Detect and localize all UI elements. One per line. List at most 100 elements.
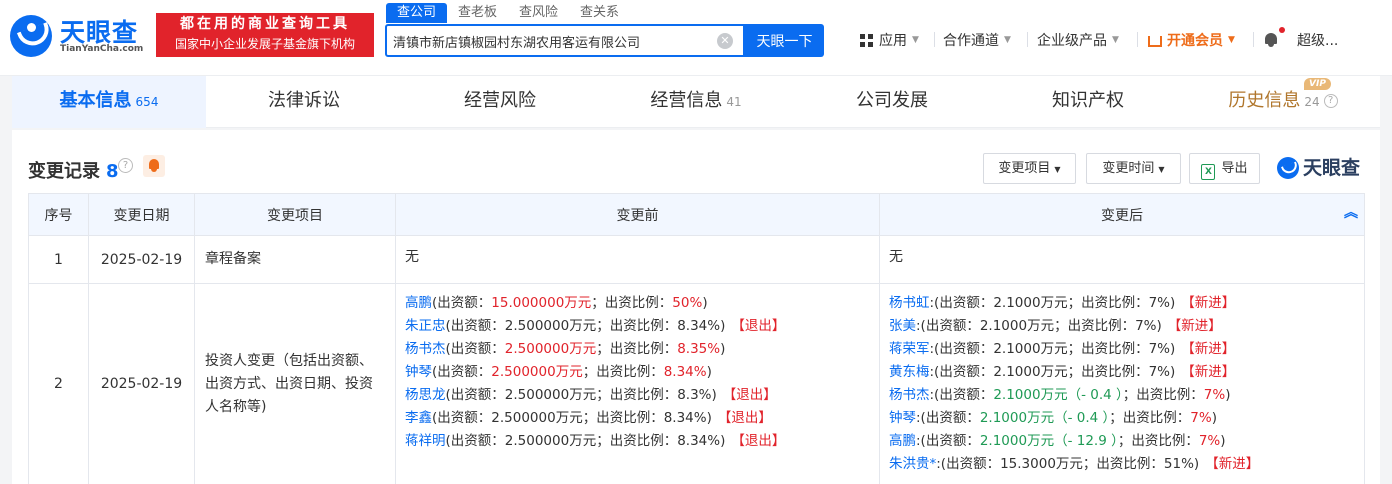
search-tab-boss[interactable]: 查老板 [447,3,508,23]
nav-apps[interactable]: 应用 ▼ [860,28,919,52]
investor-name-link[interactable]: 蒋祥明 [405,433,446,449]
slogan-line2: 国家中小企业发展子基金旗下机构 [174,37,355,51]
investor-name-link[interactable]: 李鑫 [405,410,432,426]
text-fragment: ；出资比例： [582,364,664,380]
text-fragment: ；出资比例： [1082,456,1164,472]
tab-history[interactable]: 历史信息 24? [1186,76,1380,128]
export-label: 导出 [1221,161,1248,176]
exit-tag: 【退出】 [731,433,786,449]
search-tab-company[interactable]: 查公司 [386,3,448,23]
investor-line: 高鹏(出资额：15.000000万元；出资比例：50%) [405,292,870,315]
filter-item-label: 变更项目 [998,161,1051,176]
vip-badge: VIP [1304,78,1331,90]
investor-name-link[interactable]: 杨书虹 [889,295,930,311]
cell-item: 投资人变更（包括出资额、出资方式、出资日期、投资人名称等) [194,283,396,484]
investor-name-link[interactable]: 张美 [889,318,916,334]
help-icon[interactable]: ? [1323,94,1338,108]
investor-name-link[interactable]: 杨书杰 [889,387,930,403]
text-fragment: ；出资比例： [596,387,678,403]
new-tag: 【新进】 [1181,341,1236,357]
cell-before: 高鹏(出资额：15.000000万元；出资比例：50%) 朱正忠(出资额：2.50… [395,283,880,484]
text-fragment: ) [720,433,726,449]
capital-amount: 2.1000万元 [979,433,1055,449]
section-count: 8 [106,161,119,182]
search-tab-risk[interactable]: 查风险 [508,3,569,23]
investor-line: 朱正忠(出资额：2.500000万元；出资比例：8.34%) 【退出】 [405,315,870,338]
text-fragment: ) [1211,410,1217,426]
exit-tag: 【退出】 [717,410,772,426]
new-tag: 【新进】 [1205,456,1260,472]
filter-change-time-button[interactable]: 变更时间 ▼ [1086,153,1181,184]
investor-name-link[interactable]: 杨书杰 [405,341,446,357]
tab-development[interactable]: 公司发展 [794,76,990,128]
nav-vip-label: 开通会员 [1167,33,1223,49]
user-menu[interactable]: 超级... [1297,28,1338,52]
investor-name-link[interactable]: 黄东梅 [889,364,930,380]
investor-name-link[interactable]: 蒋荣军 [889,341,930,357]
table-header-row: 序号 变更日期 变更项目 变更前 变更后 ︽ [28,193,1365,236]
text-fragment: ) [1170,364,1176,380]
tab-label: 历史信息 [1228,90,1301,111]
site-logo[interactable]: 天眼查 TianYanCha.com [10,13,150,57]
new-tag: 【新进】 [1181,364,1236,380]
text-fragment: ；出资比例： [1109,410,1191,426]
bell-icon[interactable] [1264,31,1278,47]
nav-enterprise-label: 企业级产品 [1037,33,1107,49]
search-input[interactable] [393,32,713,50]
filter-change-item-button[interactable]: 变更项目 ▼ [983,153,1076,184]
investor-name-link[interactable]: 高鹏 [405,295,432,311]
collapse-icon[interactable]: ︽ [1344,206,1358,220]
tab-risk[interactable]: 经营风险 [402,76,598,128]
tab-basic-info[interactable]: 基本信息 654 [12,76,206,128]
caret-down-icon: ▼ [1158,165,1165,174]
capital-ratio: 8.34% [677,318,721,334]
capital-ratio: 51% [1163,456,1194,472]
excel-icon: X [1201,164,1216,180]
change-records-panel: 变更记录 8 ? 变更项目 ▼ 变更时间 ▼ X 导出 天眼查 序号 变更日期 变更项目… [12,130,1380,484]
tab-count: 654 [135,95,159,109]
investor-name-link[interactable]: 朱洪贵* [889,456,936,472]
tab-ip[interactable]: 知识产权 [990,76,1186,128]
monitor-bell-icon[interactable] [143,155,165,177]
text-fragment: ) [706,364,712,380]
nav-enterprise[interactable]: 企业级产品 ▼ [1037,28,1119,52]
text-fragment: ) [702,295,708,311]
text-fragment: ；出资比例： [596,318,678,334]
col-header-after: 变更后 ︽ [879,193,1365,236]
search-tab-relation[interactable]: 查关系 [569,3,630,23]
investor-line: 钟琴(出资额：2.500000万元；出资比例：8.34%) [405,361,870,384]
exit-tag: 【退出】 [722,387,777,403]
export-button[interactable]: X 导出 [1189,153,1260,184]
investor-name-link[interactable]: 钟琴 [405,364,432,380]
text-fragment: :(出资额： [929,364,994,380]
investor-name-link[interactable]: 杨思龙 [405,387,446,403]
nav-partners[interactable]: 合作通道 ▼ [943,28,1011,52]
investor-name-link[interactable]: 钟琴 [889,410,916,426]
category-tabs: 基本信息 654 法律诉讼 经营风险 经营信息 41 公司发展 知识产权 历史信息 2… [12,76,1380,128]
capital-ratio: 8.34% [677,433,721,449]
clear-icon[interactable]: ✕ [717,33,733,49]
tab-legal[interactable]: 法律诉讼 [206,76,402,128]
brand-text: 天眼查 [1303,157,1361,179]
investor-name-link[interactable]: 朱正忠 [405,318,446,334]
text-fragment: ；出资比例： [1067,364,1149,380]
capital-change: （- 0.4 ） [1067,387,1123,403]
nav-vip[interactable]: 开通会员 ▼ [1148,28,1235,52]
tab-operation[interactable]: 经营信息 41 [598,76,794,128]
cell-item: 章程备案 [194,235,396,284]
capital-amount: 2.500000万元 [491,410,583,426]
text-fragment: ) [1220,433,1226,449]
text-fragment: :(出资额： [929,387,994,403]
top-header: 天眼查 TianYanCha.com 都在用的商业查询工具 国家中小企业发展子基… [0,0,1392,76]
text-fragment: ) [706,410,712,426]
exit-tag: 【退出】 [731,318,786,334]
investor-name-link[interactable]: 高鹏 [889,433,916,449]
col-header-item: 变更项目 [194,193,396,236]
slogan-banner[interactable]: 都在用的商业查询工具 国家中小企业发展子基金旗下机构 [156,13,374,57]
investor-line: 钟琴:(出资额：2.1000万元（- 0.4 ）；出资比例：7%) [889,407,1355,430]
text-fragment: ；出资比例： [591,295,673,311]
text-fragment: ) [1193,456,1200,472]
search-type-tabs: 查公司 查老板 查风险 查关系 [386,3,630,23]
help-icon[interactable]: ? [118,158,133,173]
search-button[interactable]: 天眼一下 [745,24,824,57]
